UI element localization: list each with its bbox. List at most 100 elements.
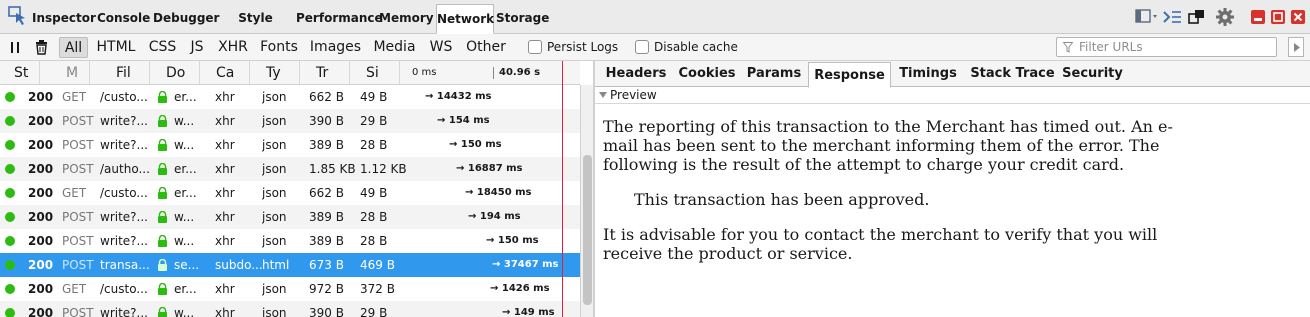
tab-performance[interactable]: Performance [296, 4, 383, 34]
table-row[interactable]: 200 POST write?... w... xhr json 389 B 28 B → 15… [0, 229, 580, 253]
secure-lock-icon [158, 139, 167, 151]
cell-method: POST [62, 162, 94, 176]
element-picker-icon[interactable] [8, 6, 28, 26]
settings-gear-icon[interactable] [1214, 6, 1236, 28]
tab-network[interactable]: Network [436, 4, 494, 34]
tab-debugger[interactable]: Debugger [153, 4, 219, 34]
tab-storage[interactable]: Storage [496, 4, 549, 34]
cell-status: 200 [28, 114, 54, 128]
cell-file: /custo... [100, 186, 148, 200]
cell-type: json [262, 138, 287, 152]
disable-cache-checkbox[interactable] [635, 40, 649, 54]
filter-images-button[interactable]: Images [307, 37, 364, 58]
tab-style-editor[interactable]: Style Editor [218, 4, 293, 53]
tab-security[interactable]: Security [1060, 61, 1125, 87]
filter-xhr-button[interactable]: XHR [213, 37, 253, 58]
cell-status: 200 [28, 282, 54, 296]
filter-funnel-icon [1063, 42, 1073, 53]
play-arrow-icon [1294, 43, 1300, 52]
column-type[interactable]: Ty [250, 61, 300, 85]
cell-status: 200 [28, 138, 54, 152]
cell-domain: er... [174, 186, 197, 200]
cell-transferred: 389 B [309, 210, 344, 224]
cell-method: GET [62, 282, 87, 296]
column-file[interactable]: Fil [90, 61, 150, 85]
cell-domain: er... [174, 282, 197, 296]
cell-transferred: 389 B [309, 138, 344, 152]
persist-logs-checkbox[interactable] [528, 40, 542, 54]
tab-cookies[interactable]: Cookies [673, 61, 741, 87]
table-row[interactable]: 200 GET/custo... er... xhr json 662 B 49 B → 14… [0, 85, 580, 109]
column-status[interactable]: St [0, 61, 40, 85]
cell-method: POST [62, 210, 94, 224]
split-console-icon[interactable] [1134, 6, 1160, 28]
tab-params[interactable]: Params [741, 61, 807, 87]
filter-other-button[interactable]: Other [461, 37, 511, 58]
column-transferred[interactable]: Tr [300, 61, 350, 85]
column-method[interactable]: M [40, 61, 90, 85]
cell-transferred: 390 B [309, 306, 344, 317]
console-prompt-icon[interactable] [1161, 6, 1185, 28]
tab-stack-trace[interactable]: Stack Trace [965, 61, 1060, 87]
request-list-scrollbar[interactable] [580, 85, 593, 317]
filter-all-button[interactable]: All [59, 37, 88, 58]
filter-urls-placeholder: Filter URLs [1079, 40, 1143, 54]
table-row[interactable]: 200 GET/custo... er... xhr json 662 B 49 B → 18… [0, 181, 580, 205]
table-row[interactable]: 200 GET/custo... er... xhr json 972 B 372 B → 1… [0, 277, 580, 301]
tab-memory[interactable]: Memory [379, 4, 434, 34]
cell-type: json [262, 162, 287, 176]
table-row[interactable]: 200 POST/autho... er... xhr json 1.85 KB 1.12 … [0, 157, 580, 181]
table-row[interactable]: 200 POST write?... w... xhr json 390 B 29 B → 15… [0, 109, 580, 133]
cell-type: json [262, 210, 287, 224]
table-row[interactable]: 200 POST transa... se... subdo... html 673 B 46… [0, 253, 580, 277]
cell-size: 28 B [360, 138, 388, 152]
filter-urls-input[interactable]: Filter URLs [1056, 37, 1277, 57]
secure-lock-icon [158, 187, 167, 199]
secure-lock-icon [158, 91, 167, 103]
secure-lock-icon [158, 211, 167, 223]
filter-js-button[interactable]: JS [184, 37, 210, 58]
cell-method: POST [62, 114, 94, 128]
column-cause[interactable]: Ca [200, 61, 250, 85]
filter-fonts-button[interactable]: Fonts [256, 37, 302, 58]
waterfall-timing: → 1426 ms [490, 283, 550, 294]
dock-window-icon[interactable] [1186, 6, 1210, 28]
scrollbar-thumb[interactable] [583, 155, 592, 305]
column-waterfall[interactable]: 0 ms [400, 61, 580, 85]
cell-transferred: 662 B [309, 90, 344, 104]
cell-cause: subdo... [215, 258, 263, 272]
table-row[interactable]: 200 POST write?... w... xhr json 389 B 28 B → 19… [0, 205, 580, 229]
expand-triangle-icon [599, 92, 607, 98]
secure-lock-icon [158, 235, 167, 247]
cell-transferred: 673 B [309, 258, 344, 272]
filter-css-button[interactable]: CSS [145, 37, 180, 58]
tab-response[interactable]: Response [808, 62, 891, 88]
status-ok-icon [5, 92, 15, 102]
tab-console[interactable]: Console [97, 4, 150, 34]
maximize-window-icon[interactable] [1270, 9, 1286, 25]
table-row[interactable]: 200 POST write?... w... xhr json 390 B 29 B → 14… [0, 301, 580, 317]
close-window-icon[interactable] [1290, 9, 1306, 25]
filter-ws-button[interactable]: WS [425, 37, 457, 58]
toggle-sidebar-button[interactable] [1288, 37, 1304, 57]
waterfall-timing: → 18450 ms [465, 187, 532, 198]
minimize-window-icon[interactable] [1250, 9, 1266, 25]
tab-timings[interactable]: Timings [893, 61, 963, 87]
waterfall-timing: → 150 ms [449, 139, 502, 150]
cell-type: json [262, 306, 287, 317]
cell-cause: xhr [215, 186, 235, 200]
filter-html-button[interactable]: HTML [93, 37, 139, 58]
disable-cache-label: Disable cache [654, 40, 738, 54]
tab-headers[interactable]: Headers [599, 61, 673, 87]
table-row[interactable]: 200 POST write?... w... xhr json 389 B 28 B → 15… [0, 133, 580, 157]
response-paragraph-2: This transaction has been approved. [634, 190, 930, 209]
filter-media-button[interactable]: Media [369, 37, 420, 58]
network-filter-bar: All HTML CSS JS XHR Fonts Images Media W… [0, 34, 1310, 61]
preview-toggle[interactable]: Preview [595, 87, 1310, 104]
clear-trash-icon[interactable] [35, 40, 48, 55]
pause-icon[interactable] [9, 41, 21, 54]
cell-status: 200 [28, 234, 54, 248]
column-domain[interactable]: Do [150, 61, 200, 85]
tab-inspector[interactable]: Inspector [32, 4, 96, 34]
column-size[interactable]: Si [350, 61, 400, 85]
